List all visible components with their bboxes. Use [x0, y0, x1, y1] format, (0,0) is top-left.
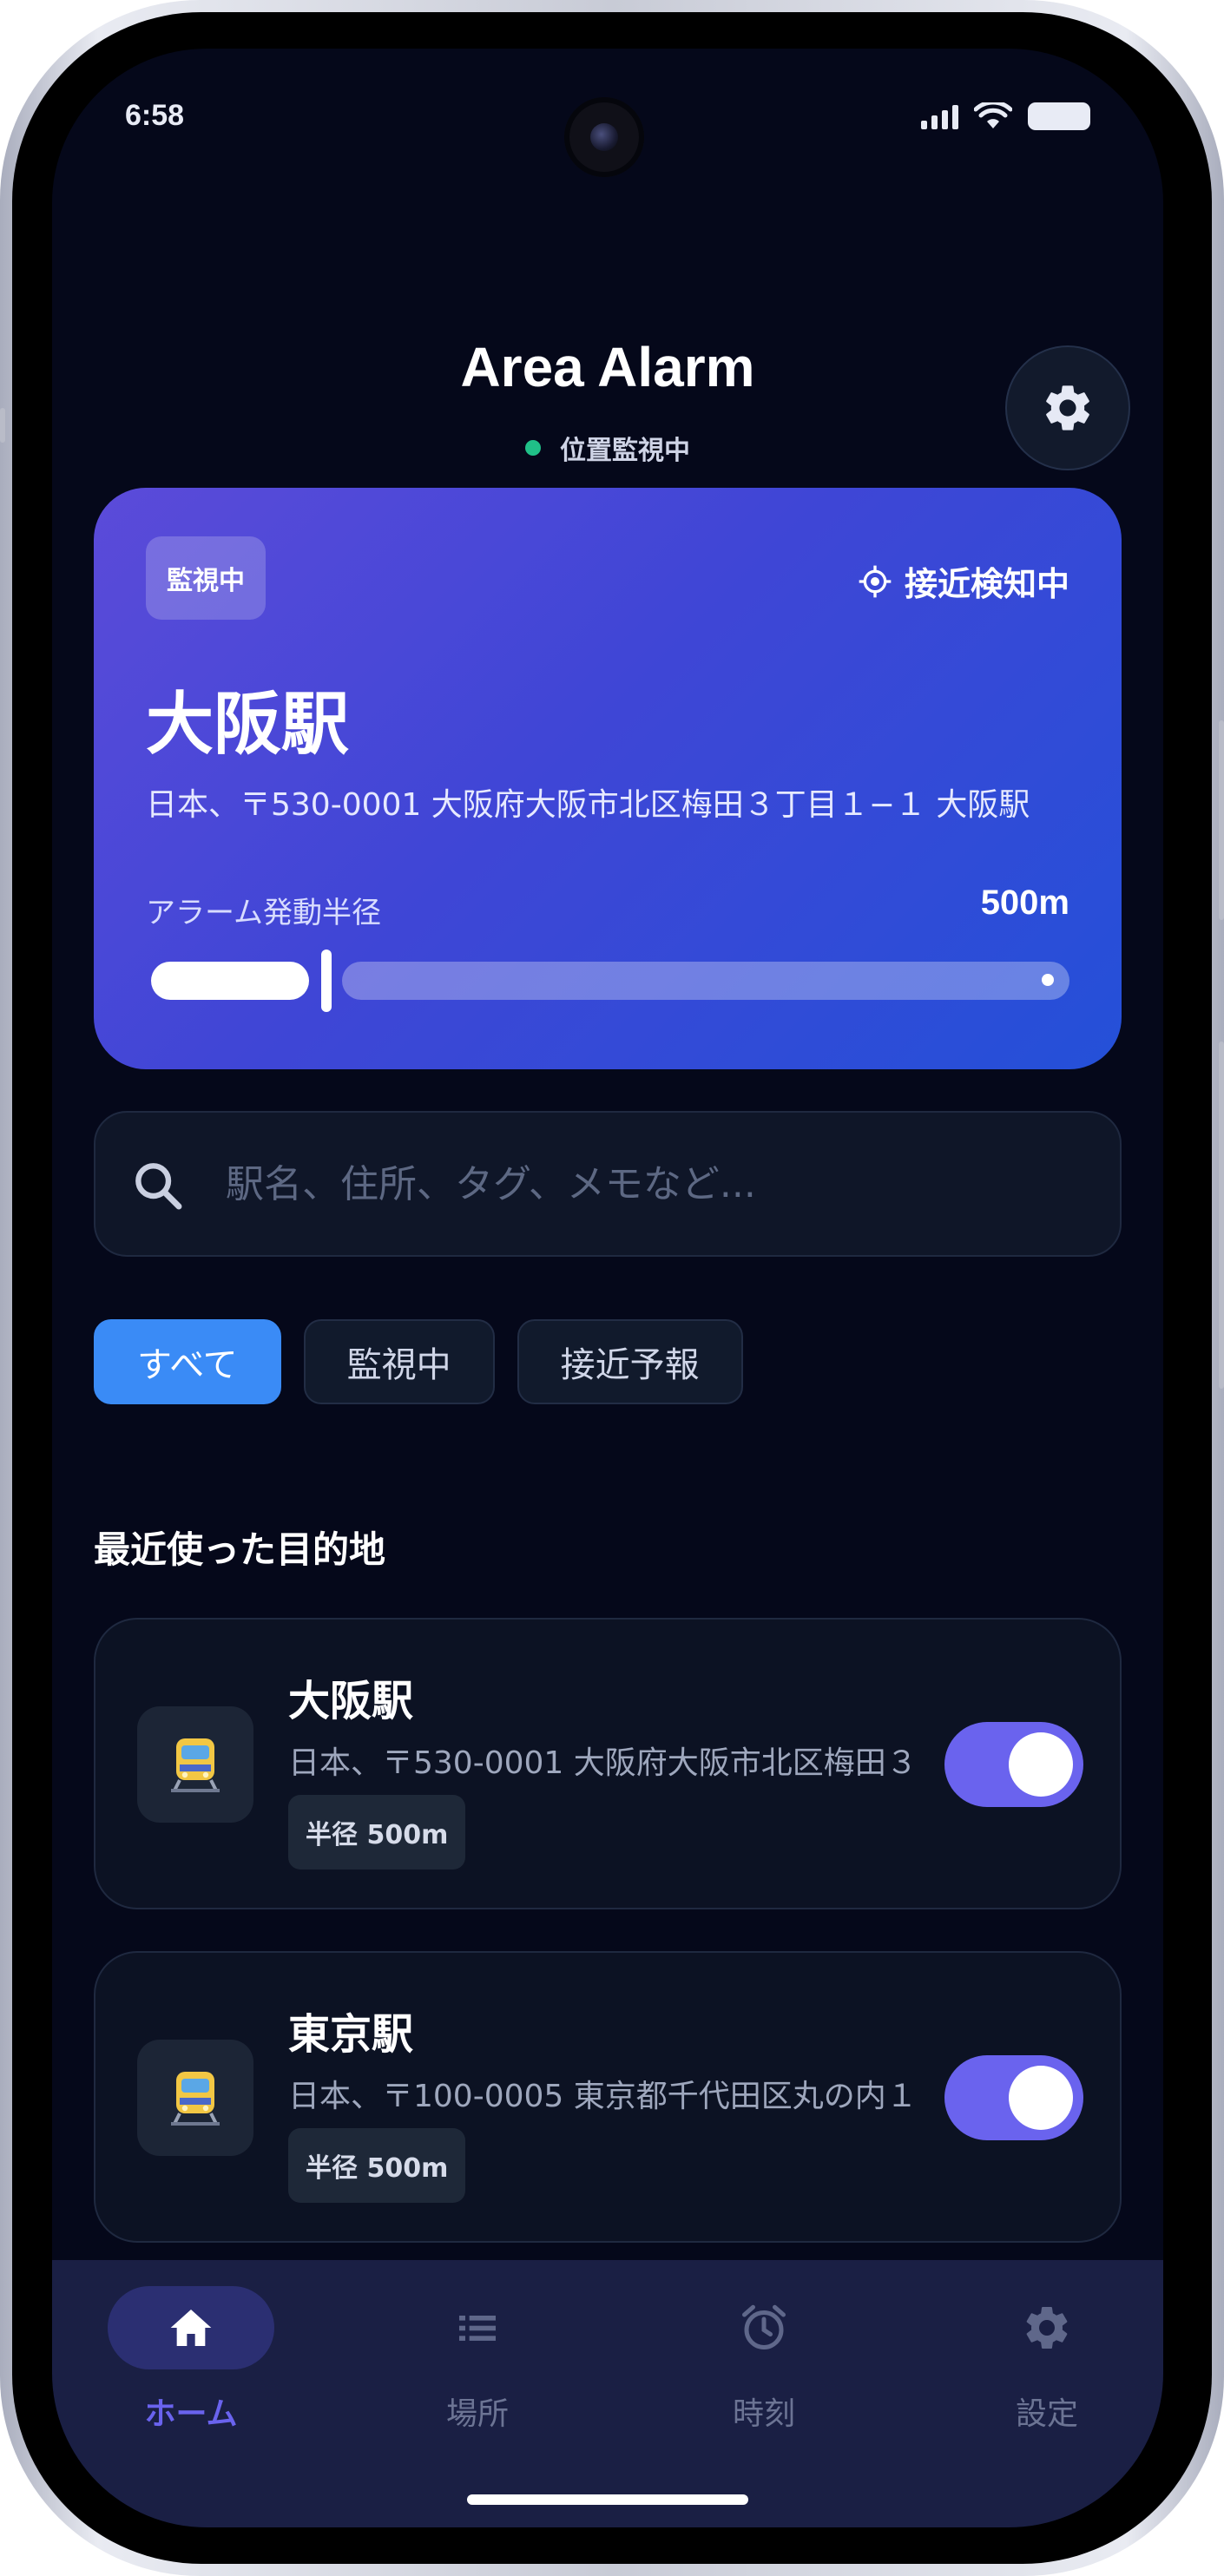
app-screen: 6:58 Area Alarm 位置監視中 監視中 接近検知中 大阪駅 日本、〒… — [52, 49, 1163, 2527]
radius-slider-thumb[interactable] — [321, 950, 332, 1012]
destination-toggle[interactable] — [944, 2055, 1083, 2140]
destination-address: 日本、〒530-0001 大阪府大阪市北区梅田３ — [288, 1745, 918, 1781]
nav-item-time[interactable]: 時刻 — [677, 2286, 851, 2442]
filter-chips: すべて 監視中 接近予報 — [94, 1319, 743, 1404]
monitoring-status-text: 位置監視中 — [560, 436, 690, 466]
nav-item-settings[interactable]: 設定 — [960, 2286, 1134, 2442]
radius-label: アラーム発動半径 — [146, 896, 381, 930]
search-icon — [135, 1163, 182, 1210]
destination-radius-badge: 半径 500m — [288, 2128, 466, 2203]
nav-label-places: 場所 — [445, 2396, 509, 2432]
side-button-right-bottom — [1219, 1042, 1224, 1389]
gear-icon — [1026, 2307, 1068, 2349]
destination-address: 日本、〒100-0005 東京都千代田区丸の内１ — [288, 2079, 918, 2114]
destination-card-tokyo[interactable]: 東京駅 日本、〒100-0005 東京都千代田区丸の内１ 半径 500m — [94, 1951, 1122, 2243]
monitoring-badge: 監視中 — [146, 536, 266, 620]
status-time: 6:58 — [125, 99, 185, 132]
destination-radius-badge: 半径 500m — [288, 1795, 466, 1870]
nav-home-icon-wrap — [108, 2286, 274, 2369]
gear-icon — [1046, 385, 1089, 430]
train-icon — [137, 2040, 253, 2156]
radius-slider-remaining — [342, 962, 1069, 1000]
side-button-left — [0, 408, 5, 443]
destination-name: 大阪駅 — [288, 1677, 414, 1725]
radius-slider[interactable] — [146, 950, 1069, 1012]
nav-time-icon-wrap — [681, 2286, 847, 2369]
side-button-right-top — [1219, 720, 1224, 920]
battery-icon — [1028, 102, 1090, 130]
recent-destinations-title: 最近使った目的地 — [94, 1528, 386, 1571]
proximity-detect-label: 接近検知中 — [904, 565, 1069, 603]
front-camera — [564, 97, 644, 177]
nav-item-places[interactable]: 場所 — [391, 2286, 564, 2442]
filter-chip-approach-forecast[interactable]: 接近予報 — [517, 1319, 743, 1404]
home-icon — [170, 2310, 212, 2346]
signal-icon — [921, 103, 958, 129]
status-dot-icon — [525, 440, 541, 456]
train-icon — [137, 1706, 253, 1823]
radius-value: 500m — [980, 884, 1069, 922]
home-indicator — [467, 2494, 748, 2505]
status-icons — [921, 102, 1090, 130]
hero-station-address: 日本、〒530-0001 大阪府大阪市北区梅田３丁目１−１ 大阪駅 — [146, 787, 1030, 823]
search-bar[interactable] — [94, 1111, 1122, 1257]
radius-slider-fill — [151, 962, 309, 1000]
bottom-navigation: ホーム 場所 時刻 設定 — [52, 2260, 1163, 2527]
alarm-clock-icon — [742, 2304, 786, 2349]
toggle-knob — [1009, 1732, 1073, 1797]
destination-card-osaka[interactable]: 大阪駅 日本、〒530-0001 大阪府大阪市北区梅田３ 半径 500m — [94, 1618, 1122, 1909]
phone-frame: 6:58 Area Alarm 位置監視中 監視中 接近検知中 大阪駅 日本、〒… — [0, 0, 1224, 2576]
nav-places-icon-wrap — [394, 2286, 561, 2369]
wifi-icon — [974, 102, 1012, 128]
nav-label-time: 時刻 — [732, 2396, 795, 2432]
nav-item-home[interactable]: ホーム — [104, 2286, 278, 2442]
proximity-detect-status: 接近検知中 — [858, 557, 1069, 605]
nav-label-home: ホーム — [144, 2396, 238, 2432]
filter-chip-monitoring[interactable]: 監視中 — [303, 1319, 495, 1404]
active-alarm-card[interactable]: 監視中 接近検知中 大阪駅 日本、〒530-0001 大阪府大阪市北区梅田３丁目… — [94, 488, 1122, 1069]
filter-chip-all[interactable]: すべて — [94, 1319, 281, 1404]
nav-settings-icon-wrap — [964, 2286, 1130, 2369]
search-input[interactable] — [226, 1113, 1085, 1255]
destination-name: 東京駅 — [288, 2010, 414, 2059]
hero-station-name: 大阪駅 — [146, 686, 350, 764]
nav-label-settings: 設定 — [1015, 2396, 1078, 2432]
list-icon — [459, 2316, 496, 2341]
monitoring-status: 位置監視中 — [52, 429, 1163, 467]
radius-slider-end-dot — [1042, 974, 1054, 986]
toggle-knob — [1009, 2066, 1073, 2130]
settings-button[interactable] — [1005, 345, 1130, 470]
location-target-icon — [859, 565, 892, 597]
app-title: Area Alarm — [460, 336, 755, 398]
destination-toggle[interactable] — [944, 1722, 1083, 1807]
